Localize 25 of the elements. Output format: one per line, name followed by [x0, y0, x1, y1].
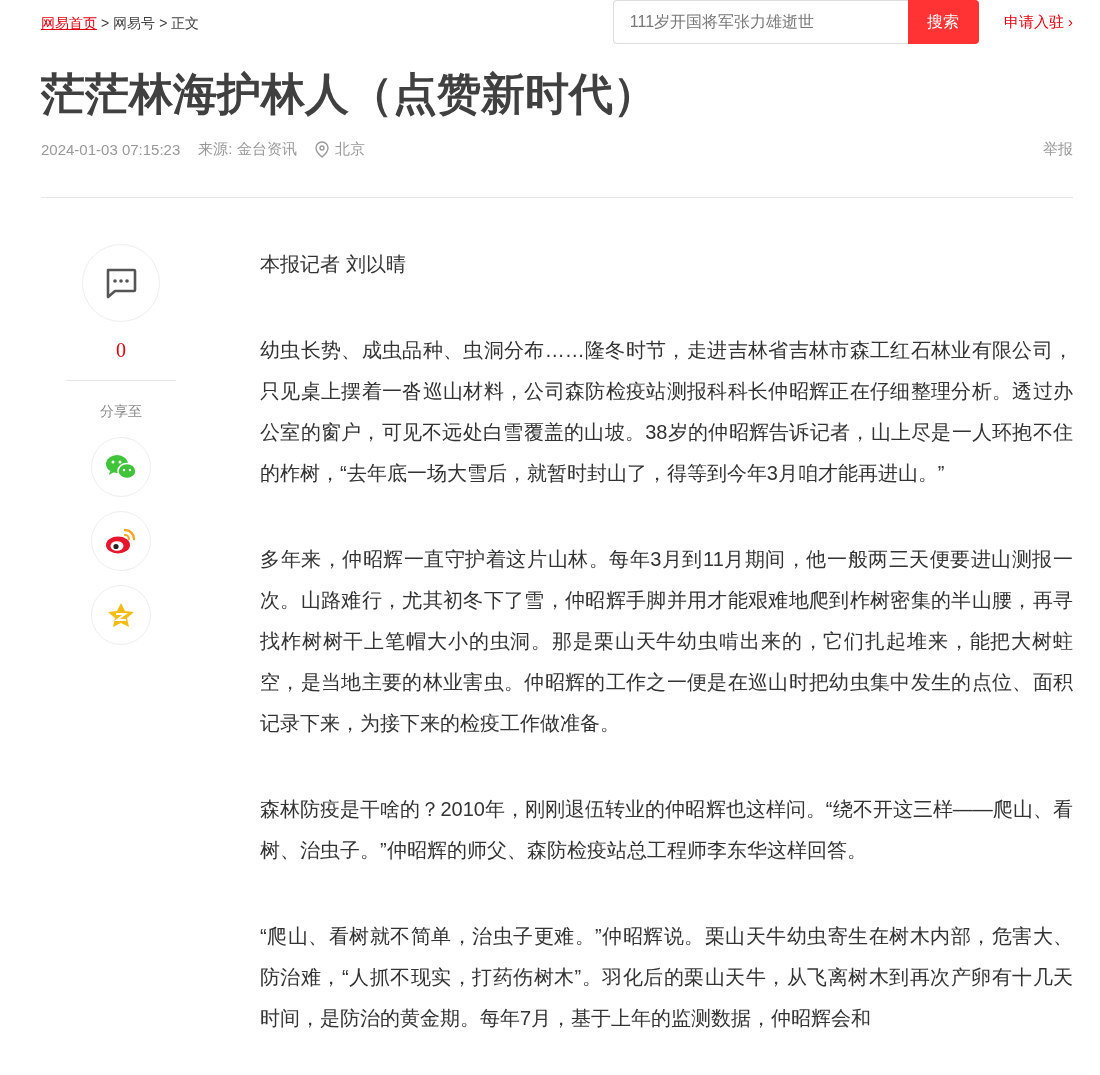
- breadcrumb-separator: >: [101, 15, 110, 33]
- search-field[interactable]: 111岁开国将军张力雄逝世: [612, 0, 908, 44]
- breadcrumb-item[interactable]: 正文: [171, 15, 200, 33]
- location-text: 北京: [334, 140, 365, 159]
- search-button[interactable]: 搜索: [907, 0, 979, 44]
- article-paragraph: 多年来，仲昭辉一直守护着这片山林。每年3月到11月期间，他一般两三天便要进山测报一次。山路难行，尤其初冬下了雪，仲昭辉手脚并用才能艰难地爬到柞树密集的半山腰，再寻找柞树树干上笔帽大小的虫洞。那是栗山天牛幼虫啃出来的，它们扎起堆来，能把大树蛀空，是当地主要的林业害虫。仲昭辉的工作之一便是在巡山时把幼虫集中发生的点位、面积记录下来，为接下来的检疫工作做准备。: [260, 547, 1073, 736]
- star-icon: [107, 602, 135, 628]
- location-pin-icon: [314, 141, 329, 158]
- article-title: 茫茫林海护林人（点赞新时代）: [41, 68, 658, 120]
- article-paragraph: 森林防疫是干啥的？2010年，刚刚退伍转业的仲昭辉也这样问。“绕不开这三样——爬山、看树、治虫子。”仲昭辉的师父、森防检疫站总工程师李东华这样回答。: [260, 797, 1073, 863]
- article-paragraph: 幼虫长势、成虫品种、虫洞分布……隆冬时节，走进吉林省吉林市森工红石林业有限公司，只见桌上摆着一沓巡山材料，公司森防检疫站测报科科长仲昭辉正在仔细整理分析。透过办公室的窗户，可见不远处白雪覆盖的山坡。38岁的仲昭辉告诉记者，山上尽是一人环抱不住的柞树，“去年底一场大雪后，就暂时封山了，得等到今年3月咱才能再进山。”: [260, 338, 1073, 486]
- comment-count[interactable]: 0: [116, 339, 126, 362]
- breadcrumb-separator: >: [159, 15, 168, 33]
- publish-time: 2024-01-03 07:15:23: [41, 141, 181, 158]
- home-link[interactable]: 网易首页: [41, 15, 97, 33]
- apply-link[interactable]: 申请入驻 ›: [1003, 12, 1073, 32]
- article-paragraph: “爬山、看树就不简单，治虫子更难。”仲昭辉说。栗山天牛幼虫寄生在树木内部，危害大、防治难，“人抓不现实，打药伤树木”。羽化后的栗山天牛，从飞离树木到再次产卵有十几天时间，是防治的黄金期。每年7月，基于上年的监测数据，仲昭辉会和: [260, 924, 1073, 1031]
- eye-signal-icon: [105, 527, 137, 555]
- chat-bubbles-icon: [105, 453, 137, 481]
- article-source: 来源: 金台资讯: [198, 140, 297, 159]
- speech-bubble-icon: [104, 267, 138, 299]
- share-label: 分享至: [100, 403, 142, 421]
- report-link[interactable]: 举报: [1043, 140, 1073, 159]
- breadcrumb-item[interactable]: 网易号: [113, 15, 156, 33]
- article-paragraph: 本报记者 刘以晴: [260, 252, 407, 277]
